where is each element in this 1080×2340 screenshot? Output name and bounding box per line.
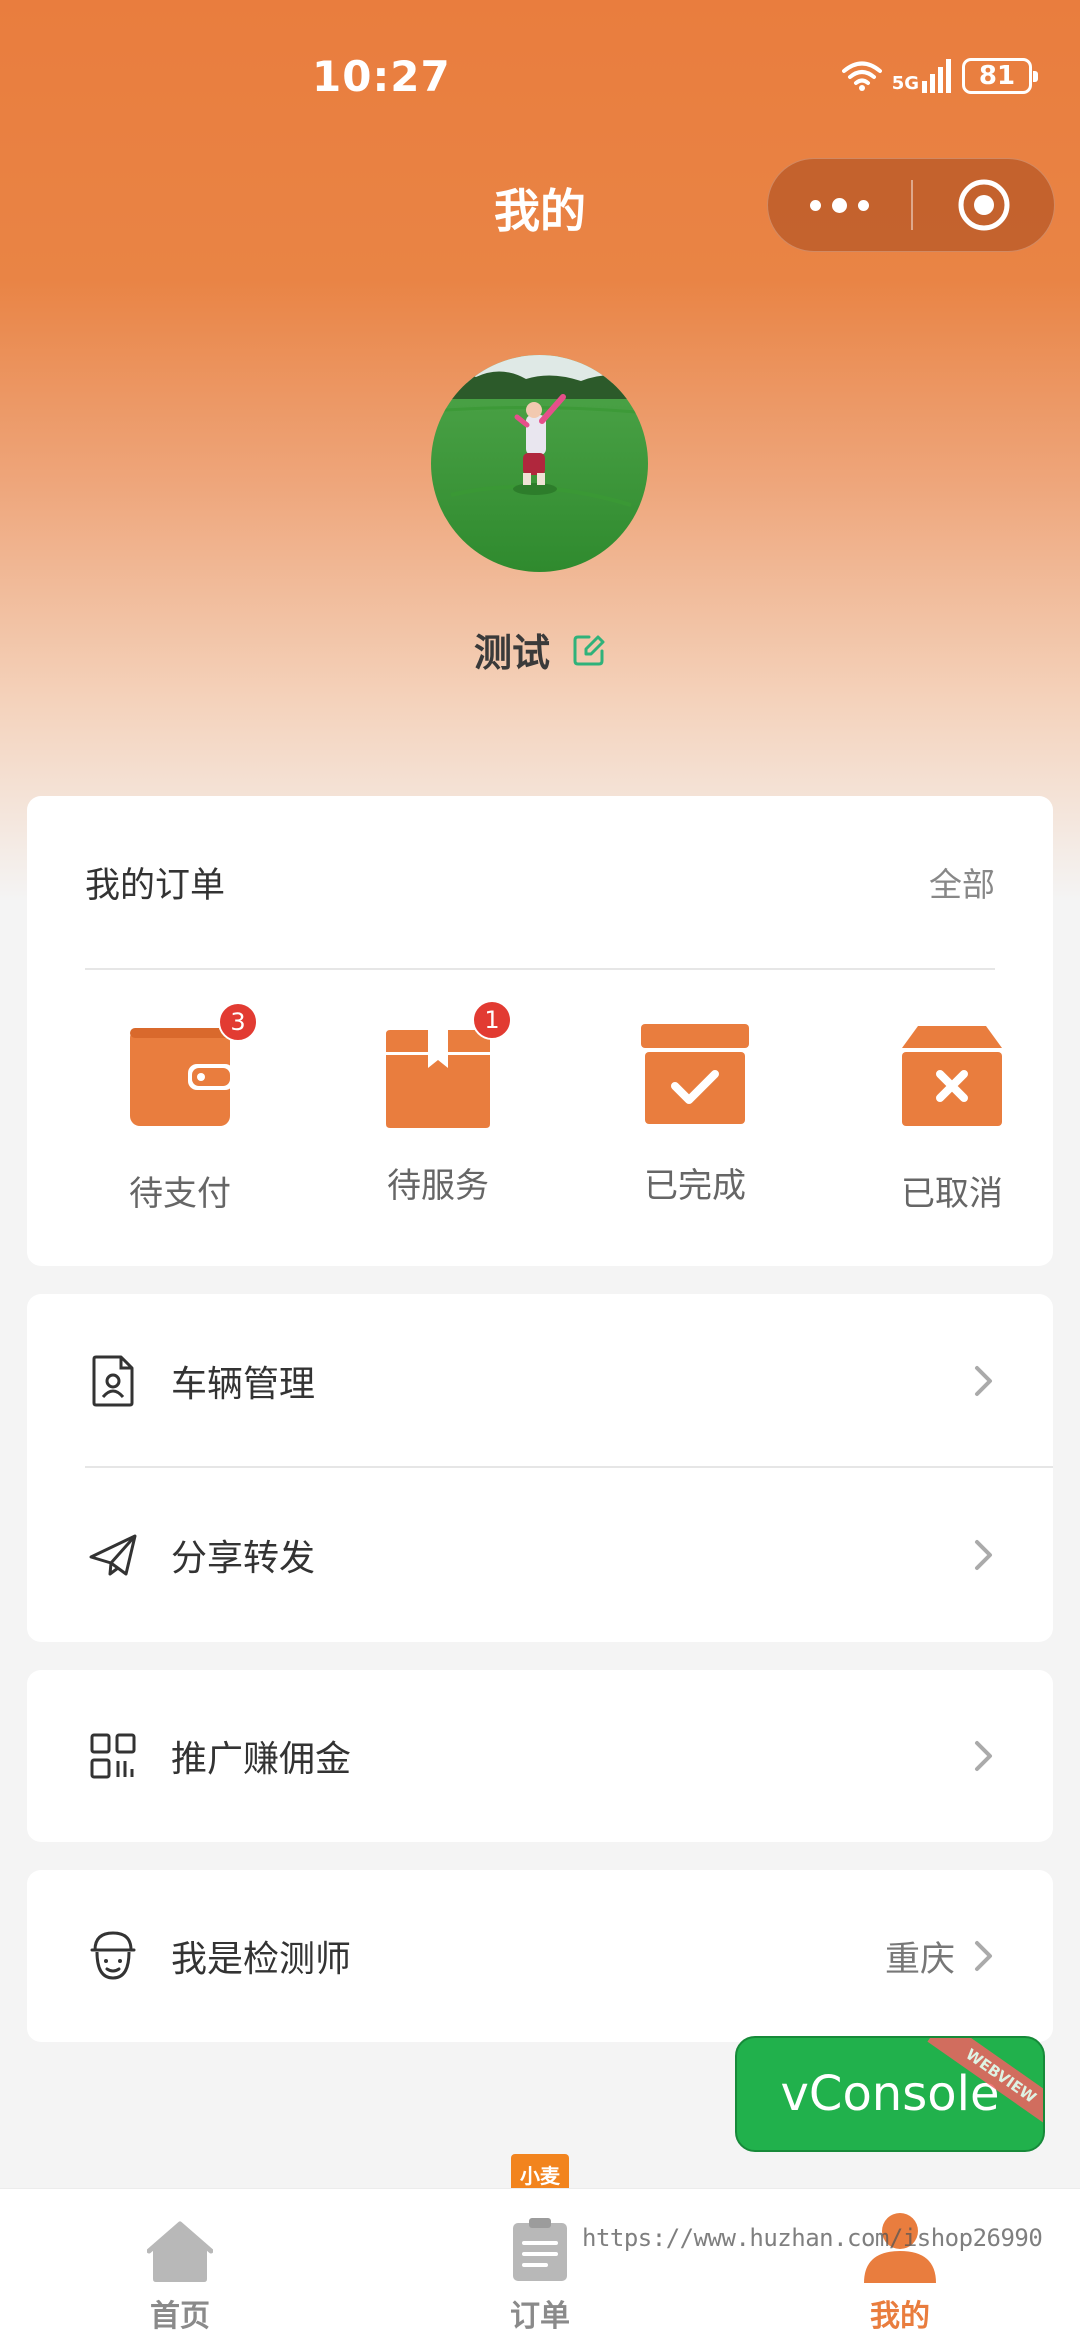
more-dot-icon (832, 197, 847, 213)
username: 测试 (473, 631, 550, 675)
battery-indicator: 81 (962, 58, 1038, 94)
bottom-tab-bar: 首页 订单 我的 (0, 2188, 1080, 2340)
chevron-right-icon (975, 1366, 992, 1396)
tab-icon-wrap (90, 2211, 270, 2283)
order-list-icon (513, 2218, 567, 2281)
close-miniprogram-button[interactable] (913, 177, 1054, 233)
order-status-label: 待支付 (129, 1174, 231, 1214)
menu-item-share[interactable]: 分享转发 (85, 1488, 995, 1622)
menu-card-inspector: 我是检测师 重庆 (27, 1870, 1053, 2042)
pending-service-badge: 1 (472, 1000, 512, 1040)
username-row: 测试 (0, 622, 1080, 677)
network-type: 5G (891, 73, 919, 94)
menu-item-label: 推广赚佣金 (171, 1739, 352, 1780)
chevron-right-icon (975, 1741, 992, 1771)
tab-label: 首页 (150, 2299, 210, 2334)
micon-wrap (85, 1928, 141, 1984)
my-orders-card: 我的订单 全部 3 待支付 1 待服务 已完成 已取消 (27, 796, 1053, 1266)
menu-item-promotion[interactable]: 推广赚佣金 (85, 1688, 995, 1824)
tab-label: 我的 (870, 2299, 930, 2334)
target-circle-icon (958, 179, 1009, 231)
menu-item-inspector[interactable]: 我是检测师 重庆 (85, 1888, 995, 2024)
more-dot-icon (858, 199, 869, 211)
cancelled-icon (902, 1026, 1002, 1126)
inspector-icon (90, 1931, 136, 1980)
document-icon (92, 1355, 134, 1407)
view-all-orders-link[interactable]: 全部 (929, 858, 995, 906)
more-dot-icon (810, 199, 821, 211)
vconsole-label: vConsole (780, 2066, 1000, 2122)
status-time: 10:27 (312, 52, 451, 101)
micon-wrap (85, 1728, 141, 1784)
menu-divider (85, 1466, 1053, 1468)
order-icon-wrap (852, 1008, 1052, 1128)
wallet-icon (130, 1028, 232, 1126)
avatar[interactable] (431, 355, 648, 572)
order-status-pending-payment[interactable]: 3 待支付 (80, 1002, 280, 1215)
chevron-right-icon (975, 1540, 992, 1570)
avatar-photo (431, 355, 648, 572)
order-status-cancelled[interactable]: 已取消 (852, 1008, 1052, 1215)
order-status-completed[interactable]: 已完成 (595, 1008, 795, 1207)
micon-wrap (85, 1353, 141, 1409)
orders-header: 我的订单 全部 (85, 796, 995, 970)
tab-label: 订单 (510, 2299, 570, 2334)
qrcode-icon (90, 1733, 136, 1779)
status-bar: 10:27 5G 81 (0, 0, 1080, 150)
order-icon-wrap: 1 (338, 1000, 538, 1128)
status-indicators: 5G 81 (841, 58, 1038, 94)
home-icon (147, 2221, 213, 2282)
watermark-text: https://www.huzhan.com/ishop26990 (582, 2224, 1043, 2252)
menu-card-promotion: 推广赚佣金 (27, 1670, 1053, 1842)
pending-payment-badge: 3 (218, 1002, 258, 1042)
miniprogram-capsule (767, 158, 1055, 252)
edit-icon[interactable] (572, 633, 606, 667)
micon-wrap (85, 1527, 141, 1583)
wifi-icon (841, 61, 882, 91)
menu-card-vehicle-share: 车辆管理 分享转发 (27, 1294, 1053, 1642)
order-icon-wrap: 3 (80, 1002, 280, 1128)
vconsole-button[interactable]: vConsole WEBVIEW (735, 2036, 1045, 2152)
order-status-label: 待服务 (387, 1166, 489, 1206)
chevron-right-icon (975, 1941, 992, 1971)
box-icon (384, 1030, 492, 1128)
order-status-label: 已取消 (901, 1174, 1003, 1214)
cellular-signal: 5G (892, 59, 952, 93)
orders-title: 我的订单 (85, 865, 226, 906)
order-status-label: 已完成 (644, 1166, 746, 1206)
menu-item-label: 我是检测师 (171, 1939, 352, 1980)
signal-bars-icon (922, 59, 951, 93)
order-status-pending-service[interactable]: 1 待服务 (338, 1000, 538, 1207)
inspector-city-value: 重庆 (884, 1939, 955, 1980)
more-options-button[interactable] (768, 197, 911, 213)
paper-plane-icon (89, 1534, 137, 1576)
order-icon-wrap (595, 1008, 795, 1128)
menu-item-label: 车辆管理 (171, 1364, 316, 1405)
tab-home[interactable]: 首页 (90, 2211, 270, 2335)
completed-icon (641, 1024, 749, 1124)
menu-item-vehicle-management[interactable]: 车辆管理 (85, 1314, 995, 1448)
menu-item-label: 分享转发 (171, 1538, 316, 1579)
